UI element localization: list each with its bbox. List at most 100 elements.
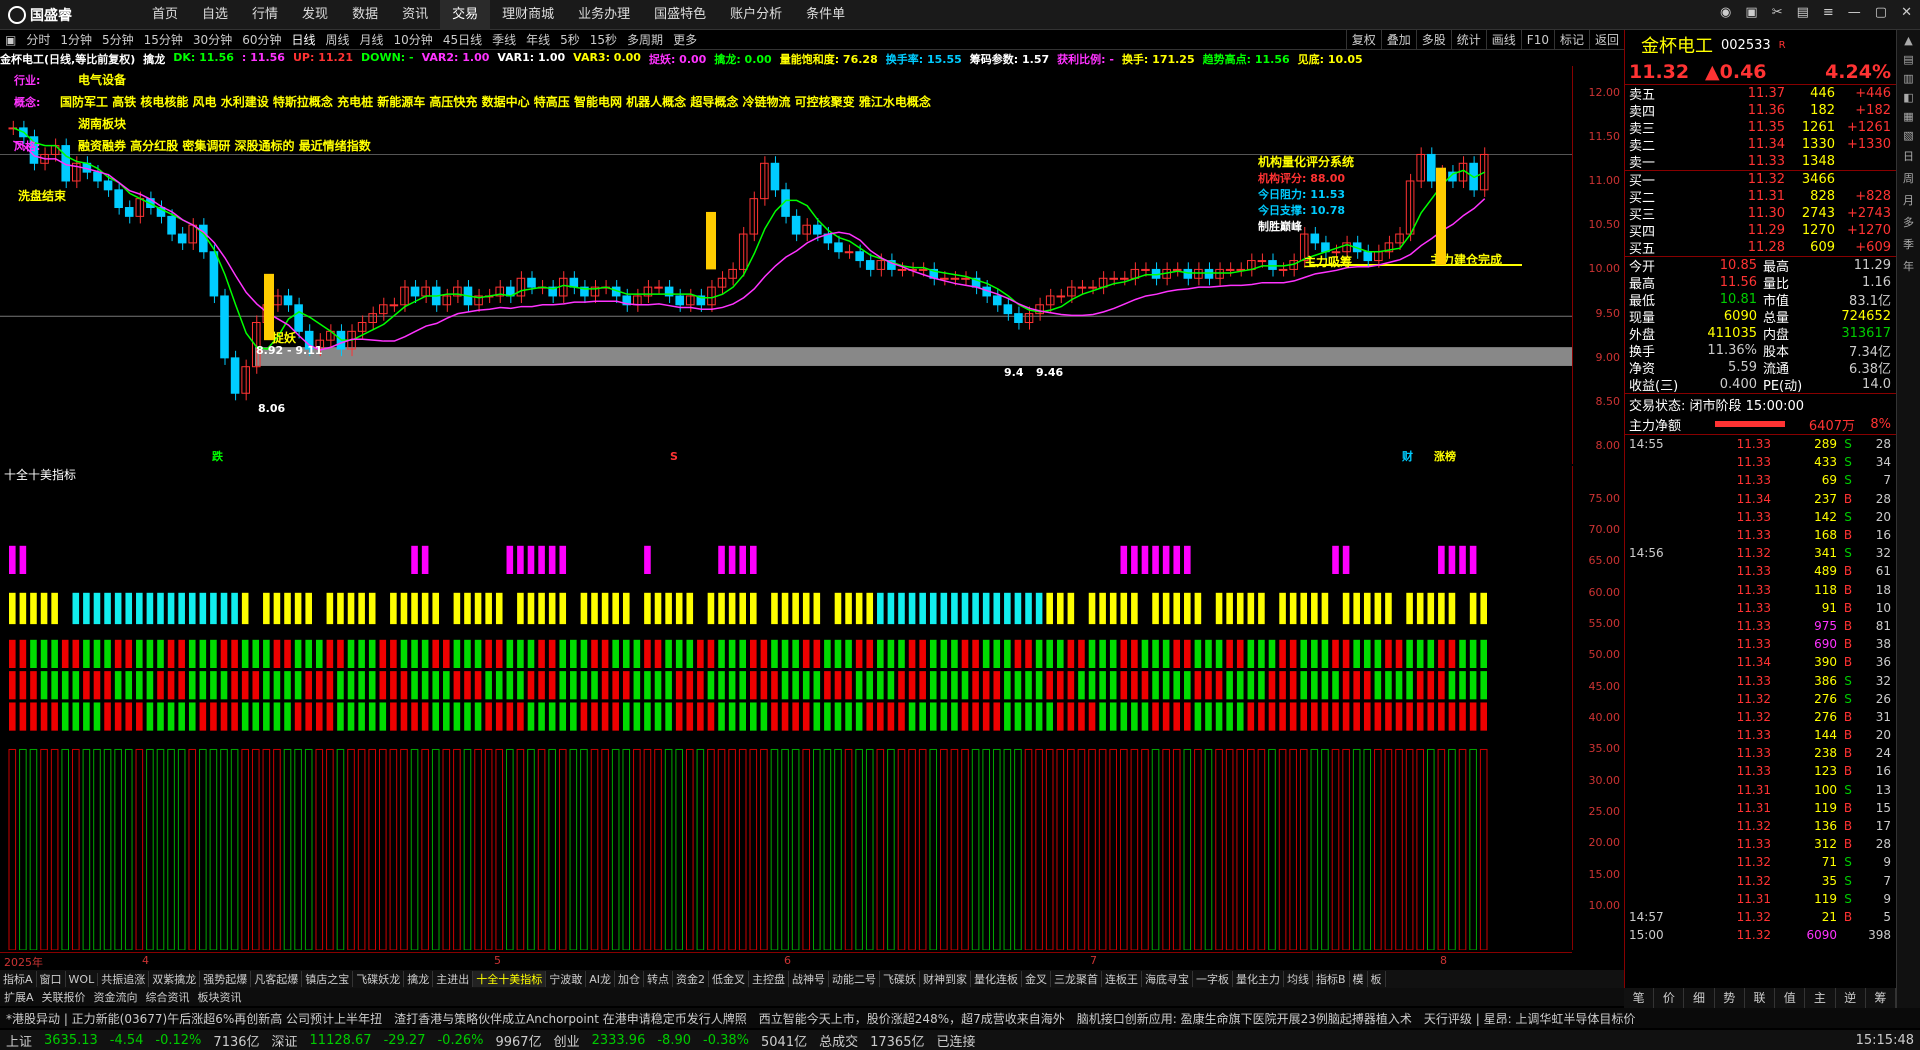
indicator-tab[interactable]: 连板王	[1102, 971, 1142, 987]
ext-tab[interactable]: 板块资讯	[194, 989, 246, 1005]
indicator-tab[interactable]: 指标B	[1313, 971, 1350, 987]
indicator-tab[interactable]: 加仓	[615, 971, 644, 987]
book-row[interactable]: 卖三 11.35 1261 +1261	[1625, 119, 1896, 137]
ext-tab[interactable]: 资金流向	[90, 989, 142, 1005]
news-item[interactable]: 西立智能今天上市，股价涨超248%，超7成营收来自海外	[753, 1010, 1071, 1027]
side-period[interactable]: 年	[1903, 258, 1914, 274]
indicator-tab[interactable]: 强势起爆	[200, 971, 252, 987]
menu-6[interactable]: 交易	[440, 0, 491, 30]
indicator-tab[interactable]: 财神到家	[920, 971, 971, 987]
book-row[interactable]: 卖五 11.37 446 +446	[1625, 85, 1896, 103]
detail-tab[interactable]: 细	[1684, 988, 1715, 1008]
menu-9[interactable]: 国盛特色	[642, 0, 718, 30]
maximize-icon[interactable]: ▢	[1875, 5, 1887, 20]
side-period[interactable]: 月	[1903, 192, 1914, 208]
detail-tab[interactable]: 笔	[1624, 988, 1655, 1008]
ext-tab[interactable]: 关联报价	[38, 989, 90, 1005]
period-14[interactable]: 15秒	[585, 31, 622, 48]
period-9[interactable]: 10分钟	[389, 31, 438, 48]
book-row[interactable]: 卖一 11.33 1348	[1625, 153, 1896, 171]
detail-tab[interactable]: 筹	[1866, 988, 1896, 1008]
detail-tab[interactable]: 联	[1745, 988, 1776, 1008]
sub-indicator-chart[interactable]	[0, 480, 1572, 950]
side-period[interactable]: 日	[1903, 148, 1914, 164]
side-period[interactable]: 周	[1903, 170, 1914, 186]
indicator-tab[interactable]: 十全十美指标	[473, 971, 547, 987]
menu-8[interactable]: 业务办理	[566, 0, 642, 30]
ext-tab[interactable]: 扩展A	[0, 989, 38, 1005]
period-10[interactable]: 45日线	[438, 31, 487, 48]
side-tool-icon[interactable]: ▤	[1903, 53, 1913, 66]
side-tool-icon[interactable]: ▧	[1903, 129, 1913, 142]
indicator-tab[interactable]: 双紫擒龙	[149, 971, 201, 987]
menu-4[interactable]: 数据	[340, 0, 390, 30]
indicator-tab[interactable]: 金叉	[1022, 971, 1051, 987]
period-15[interactable]: 多周期	[622, 31, 668, 48]
side-period[interactable]: 多	[1903, 214, 1914, 230]
indicator-tab[interactable]: 低金叉	[709, 971, 749, 987]
indicator-tab[interactable]: 动能二号	[829, 971, 880, 987]
tool-6[interactable]: 标记	[1553, 30, 1589, 50]
indicator-tab[interactable]: 均线	[1284, 971, 1313, 987]
tick-list[interactable]: 14:55 11.33 289 S 28 11.33 433 S 34 11.33 69 S 7 11.3…	[1625, 435, 1896, 944]
menu-10[interactable]: 账户分析	[718, 0, 794, 30]
skin-icon[interactable]: ▣	[1745, 5, 1757, 20]
indicator-tab[interactable]: 量化连板	[971, 971, 1022, 987]
detail-tab[interactable]: 主	[1805, 988, 1836, 1008]
indicator-tab[interactable]: 宁波敢	[546, 971, 587, 987]
detail-tab[interactable]: 值	[1775, 988, 1806, 1008]
indicator-tab[interactable]: 主控盘	[749, 971, 789, 987]
indicator-tab[interactable]: 三龙聚首	[1051, 971, 1102, 987]
minimize-icon[interactable]: —	[1848, 5, 1861, 20]
book-row[interactable]: 买五 11.28 609 +609	[1625, 239, 1896, 257]
side-tool-icon[interactable]: ▲	[1904, 34, 1912, 47]
side-tool-icon[interactable]: ◧	[1903, 91, 1913, 104]
setting-icon[interactable]: ▤	[1797, 5, 1809, 20]
indicator-tab[interactable]: 擒龙	[404, 971, 434, 987]
indicator-tab[interactable]: 模	[1350, 971, 1368, 987]
kline-chart[interactable]: 行业: 电气设备概念: 国防军工 高铁 核电核能 风电 水利建设 特斯拉概念 充电桩…	[0, 66, 1624, 464]
tool-3[interactable]: 统计	[1450, 30, 1486, 50]
period-3[interactable]: 15分钟	[139, 31, 188, 48]
period-7[interactable]: 周线	[321, 31, 355, 48]
indicator-tab[interactable]: 指标A	[0, 971, 37, 987]
message-icon[interactable]: ◉	[1720, 5, 1731, 20]
book-row[interactable]: 买四 11.29 1270 +1270	[1625, 222, 1896, 240]
detail-tab[interactable]: 势	[1715, 988, 1745, 1008]
detail-tab[interactable]: 逆	[1836, 988, 1866, 1008]
app-logo[interactable]: 国盛睿	[8, 5, 72, 25]
detail-tab[interactable]: 价	[1654, 988, 1685, 1008]
side-tool-icon[interactable]: ▥	[1903, 72, 1913, 85]
indicator-tab[interactable]: 资金2	[673, 971, 709, 987]
period-4[interactable]: 30分钟	[188, 31, 237, 48]
book-row[interactable]: 卖四 11.36 182 +182	[1625, 102, 1896, 120]
tool-7[interactable]: 返回	[1588, 30, 1624, 50]
menu-1[interactable]: 自选	[190, 0, 240, 30]
tool-4[interactable]: 画线	[1485, 30, 1521, 50]
indicator-tab[interactable]: 飞碟妖龙	[353, 971, 405, 987]
period-16[interactable]: 更多	[668, 31, 702, 48]
book-row[interactable]: 买二 11.31 828 +828	[1625, 188, 1896, 206]
book-row[interactable]: 卖二 11.34 1330 +1330	[1625, 136, 1896, 154]
menu-2[interactable]: 行情	[240, 0, 290, 30]
period-12[interactable]: 年线	[521, 31, 555, 48]
period-5[interactable]: 60分钟	[237, 31, 286, 48]
menu-5[interactable]: 资讯	[390, 0, 440, 30]
news-item[interactable]: *港股异动 | 正力新能(03677)午后涨超6%再创新高 公司预计上半年扭	[0, 1010, 388, 1027]
tool-2[interactable]: 多股	[1415, 30, 1451, 50]
tool-1[interactable]: 叠加	[1380, 30, 1416, 50]
news-item[interactable]: 脑机接口创新应用: 盈康生命旗下医院开展23例脑起搏器植入术	[1071, 1010, 1418, 1027]
indicator-tab[interactable]: 量化主力	[1233, 971, 1284, 987]
panel-toggle-icon[interactable]: ▣	[0, 33, 21, 47]
indicator-tab[interactable]: AI龙	[586, 971, 615, 987]
ext-tab[interactable]: 综合资讯	[142, 989, 194, 1005]
news-item[interactable]: 渣打香港与策略伙伴成立Anchorpoint 在港申请稳定币发行人牌照	[388, 1010, 753, 1027]
indicator-tab[interactable]: 一字板	[1193, 971, 1233, 987]
indicator-tab[interactable]: WOL	[66, 972, 99, 986]
news-ticker[interactable]: *港股异动 | 正力新能(03677)午后涨超6%再创新高 公司预计上半年扭 渣打…	[0, 1008, 1920, 1028]
book-row[interactable]: 买一 11.32 3466	[1625, 171, 1896, 189]
close-icon[interactable]: ✕	[1901, 5, 1912, 20]
tools-icon[interactable]: ✂	[1772, 5, 1783, 20]
indicator-tab[interactable]: 海底寻宝	[1142, 971, 1193, 987]
period-11[interactable]: 季线	[487, 31, 521, 48]
